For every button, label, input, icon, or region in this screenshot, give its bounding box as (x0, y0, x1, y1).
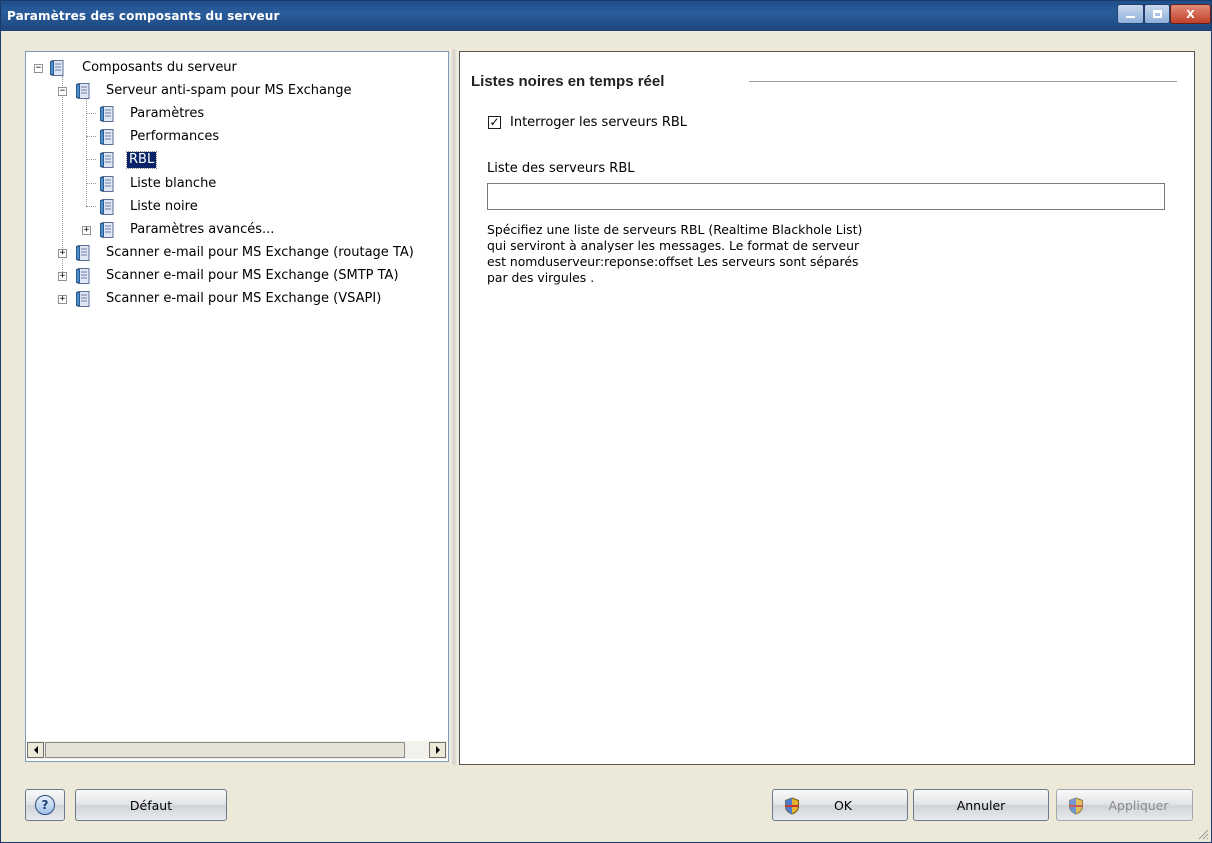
help-button[interactable]: ? (25, 789, 65, 821)
query-rbl-checkbox[interactable]: ✓ (488, 116, 501, 129)
scroll-right-button[interactable] (429, 742, 446, 758)
scroll-left-button[interactable] (27, 742, 44, 758)
query-rbl-label[interactable]: Interroger les serveurs RBL (510, 115, 687, 130)
tree-item-liste-blanche[interactable]: Liste blanche (26, 174, 446, 194)
component-icon (50, 60, 64, 76)
minimize-button[interactable] (1117, 4, 1144, 24)
default-button[interactable]: Défaut (75, 789, 227, 821)
ok-label: OK (833, 797, 853, 813)
apply-button[interactable]: Appliquer (1056, 789, 1193, 821)
help-line: qui serviront à analyser les messages. L… (487, 238, 860, 253)
shield-icon (1069, 797, 1083, 815)
help-line: Spécifiez une liste de serveurs RBL (Rea… (487, 222, 863, 237)
close-icon: X (1186, 7, 1195, 21)
tree-item-antispam[interactable]: − Serveur anti-spam pour MS Exchange (26, 81, 446, 101)
checkmark-icon: ✓ (489, 115, 500, 129)
rbl-servers-label: Liste des serveurs RBL (487, 161, 635, 176)
tree-item-performances[interactable]: Performances (26, 127, 446, 147)
maximize-button[interactable] (1144, 4, 1170, 24)
tree-item-rbl[interactable]: RBL (26, 150, 446, 170)
apply-label: Appliquer (1108, 797, 1169, 813)
tree-item-liste-noire[interactable]: Liste noire (26, 197, 446, 217)
tree-item-label: Scanner e-mail pour MS Exchange (VSAPI) (106, 291, 382, 306)
help-icon: ? (35, 795, 55, 815)
tree-item-label: Paramètres (130, 106, 205, 121)
close-button[interactable]: X (1170, 4, 1211, 24)
tree-horizontal-scrollbar[interactable] (27, 741, 447, 759)
component-icon (100, 222, 114, 238)
component-icon (76, 83, 90, 99)
component-icon (76, 268, 90, 284)
component-icon (100, 199, 114, 215)
tree-item-scanner-smtp[interactable]: + Scanner e-mail pour MS Exchange (SMTP … (26, 266, 446, 286)
tree-item-label: Serveur anti-spam pour MS Exchange (106, 83, 352, 98)
arrow-left-icon (33, 746, 38, 754)
settings-window: Paramètres des composants du serveur X −… (0, 0, 1212, 843)
tree-item-label: Scanner e-mail pour MS Exchange (routage… (106, 245, 414, 260)
tree-item-label: RBL (125, 151, 158, 169)
tree-item-label: Scanner e-mail pour MS Exchange (SMTP TA… (106, 268, 399, 283)
section-title: Listes noires en temps réel (471, 73, 665, 90)
component-icon (100, 152, 114, 168)
tree-item-scanner-vsapi[interactable]: + Scanner e-mail pour MS Exchange (VSAPI… (26, 289, 446, 309)
help-line: par des virgules . (487, 270, 595, 285)
tree-item-scanner-routage[interactable]: + Scanner e-mail pour MS Exchange (routa… (26, 243, 446, 263)
tree-item-label: Liste noire (130, 199, 198, 214)
expand-icon[interactable]: + (58, 295, 67, 304)
expand-icon[interactable]: + (82, 226, 91, 235)
tree-item-label: Performances (130, 129, 220, 144)
collapse-icon[interactable]: − (34, 64, 43, 73)
window-title: Paramètres des composants du serveur (7, 9, 280, 23)
section-divider (749, 81, 1177, 82)
component-icon (76, 245, 90, 261)
ok-button[interactable]: OK (772, 789, 908, 821)
component-icon (100, 176, 114, 192)
scroll-thumb[interactable] (45, 742, 405, 758)
tree-item-root[interactable]: − Composants du serveur (26, 58, 446, 78)
components-tree[interactable]: − Composants du serveur − Serveur anti-s… (25, 51, 449, 762)
component-icon (100, 129, 114, 145)
shield-icon (785, 797, 799, 815)
collapse-icon[interactable]: − (58, 87, 67, 96)
settings-content-panel (459, 51, 1195, 765)
title-bar[interactable]: Paramètres des composants du serveur X (1, 1, 1211, 31)
maximize-icon (1152, 10, 1162, 18)
expand-icon[interactable]: + (58, 249, 67, 258)
component-icon (100, 106, 114, 122)
help-description: Spécifiez une liste de serveurs RBL (Rea… (487, 222, 927, 286)
tree-item-parametres-avances[interactable]: + Paramètres avancés... (26, 220, 446, 240)
expand-icon[interactable]: + (58, 272, 67, 281)
tree-item-label: Composants du serveur (82, 60, 237, 75)
rbl-servers-input[interactable] (487, 183, 1165, 210)
resize-grip-icon[interactable] (1197, 828, 1209, 840)
tree-item-label: Liste blanche (130, 176, 217, 191)
minimize-icon (1126, 16, 1135, 18)
tree-item-label: Paramètres avancés... (130, 222, 275, 237)
help-line: est nomduserveur:reponse:offset Les serv… (487, 254, 859, 269)
panel-splitter[interactable] (450, 49, 458, 765)
component-icon (76, 291, 90, 307)
cancel-button[interactable]: Annuler (913, 789, 1049, 821)
arrow-right-icon (435, 746, 440, 754)
tree-item-parametres[interactable]: Paramètres (26, 104, 446, 124)
